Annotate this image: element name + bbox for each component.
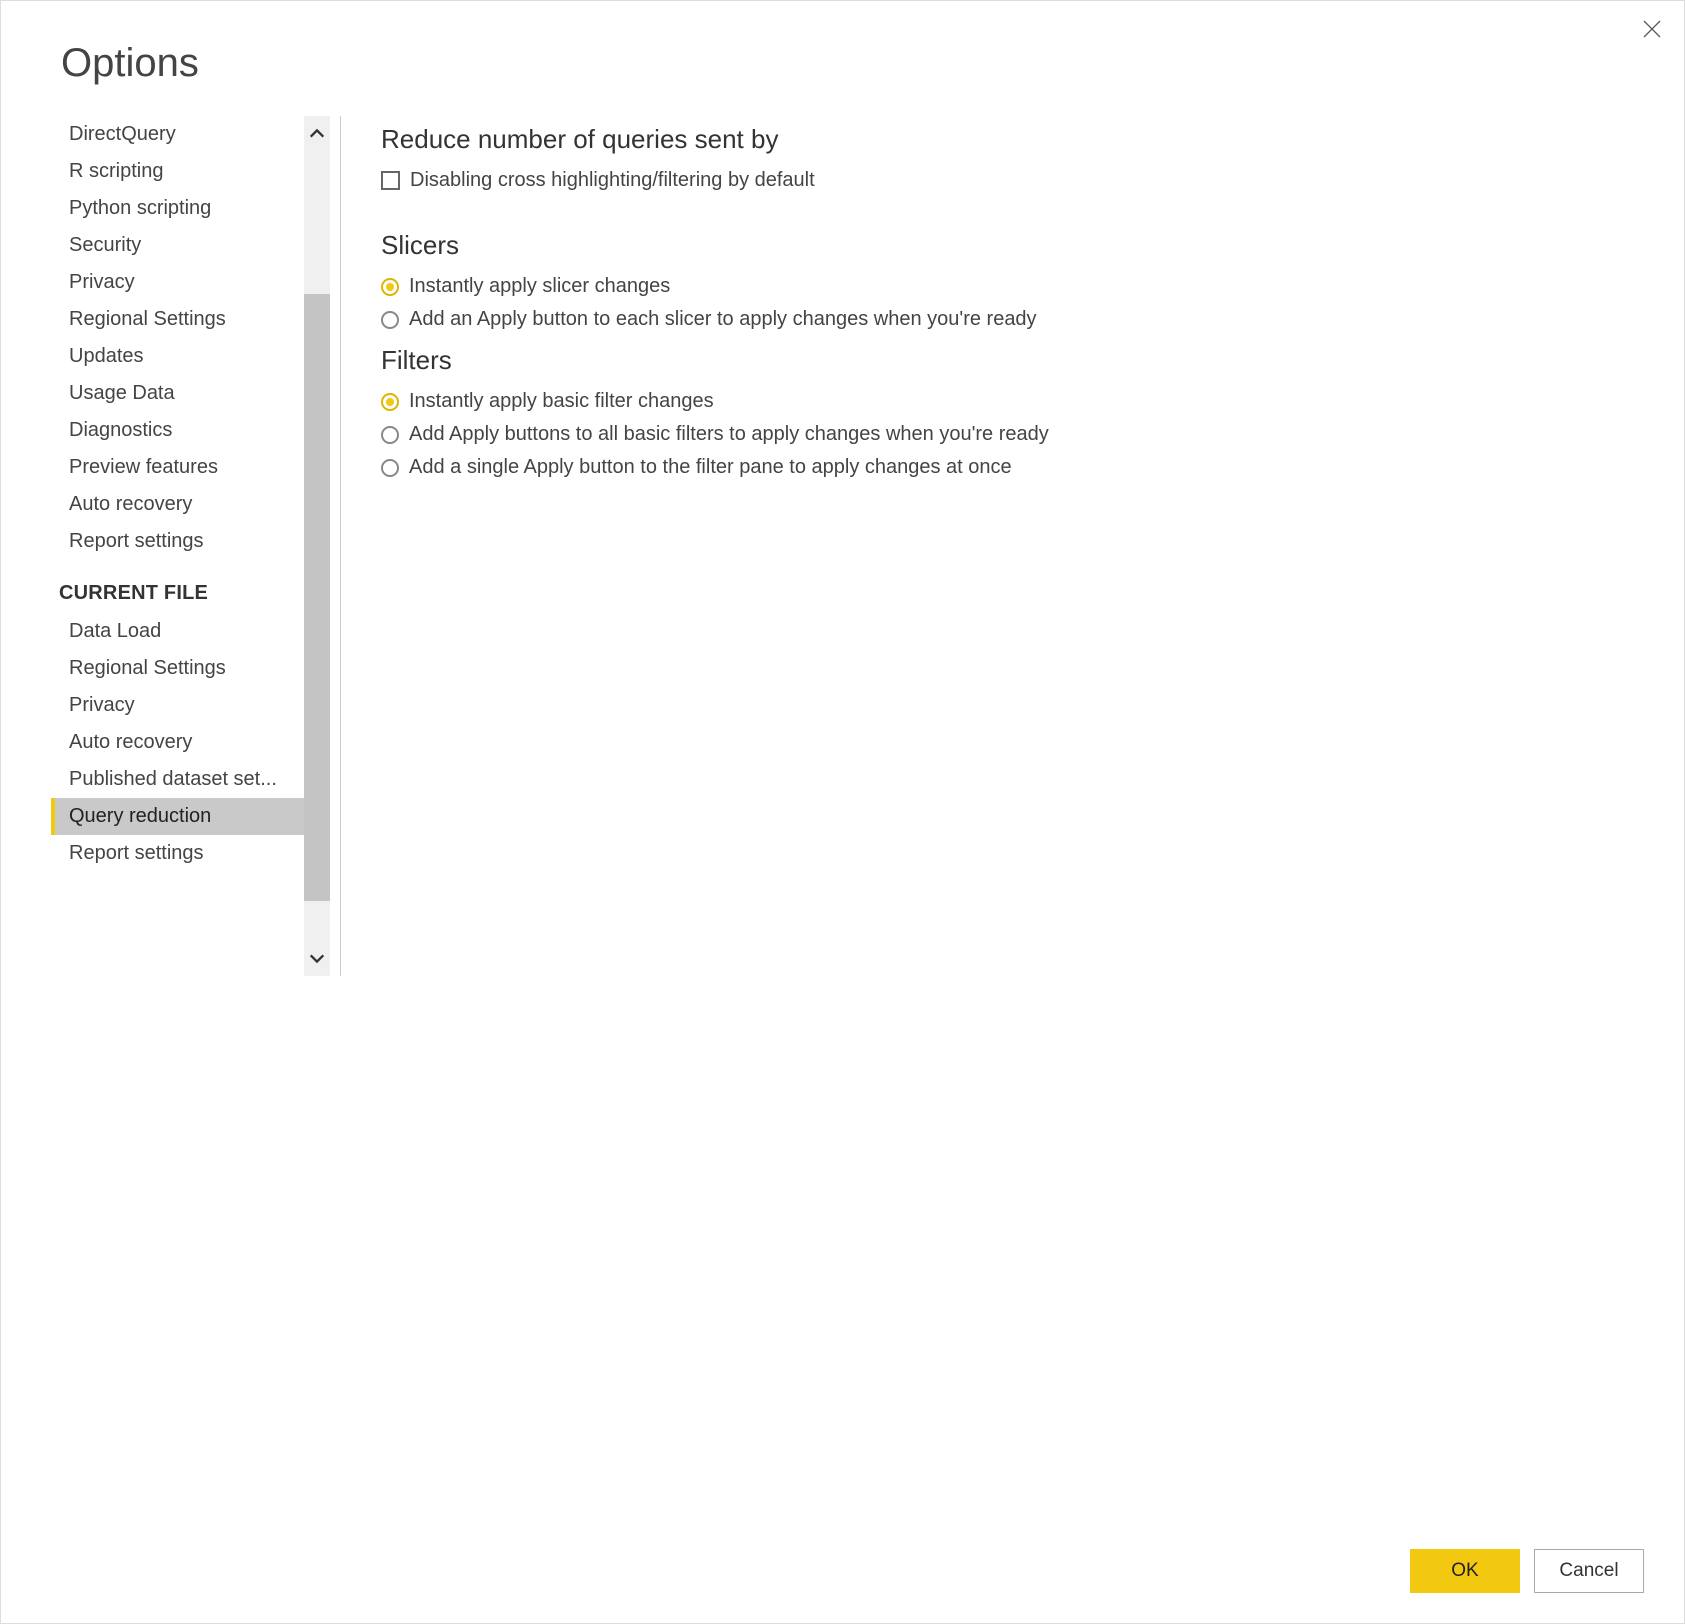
radio-label: Instantly apply basic filter changes [409, 390, 714, 413]
sidebar-container: DirectQueryR scriptingPython scriptingSe… [51, 116, 341, 976]
sidebar-item-diagnostics[interactable]: Diagnostics [51, 412, 304, 449]
heading-filters: Filters [381, 345, 1634, 376]
sidebar-item-report-settings[interactable]: Report settings [51, 835, 304, 872]
sidebar-item-python-scripting[interactable]: Python scripting [51, 190, 304, 227]
sidebar-item-preview-features[interactable]: Preview features [51, 449, 304, 486]
scroll-up-button[interactable] [304, 116, 330, 152]
scroll-thumb[interactable] [304, 294, 330, 901]
sidebar-item-auto-recovery[interactable]: Auto recovery [51, 486, 304, 523]
radio-filter-1[interactable]: Add Apply buttons to all basic filters t… [381, 423, 1634, 446]
sidebar-item-usage-data[interactable]: Usage Data [51, 375, 304, 412]
dialog-footer: OK Cancel [31, 1529, 1654, 1593]
chevron-down-icon [308, 949, 326, 967]
sidebar-heading-current-file: CURRENT FILE [51, 560, 304, 613]
radio-label: Instantly apply slicer changes [409, 275, 670, 298]
heading-reduce-queries: Reduce number of queries sent by [381, 124, 1634, 155]
radio-label: Add Apply buttons to all basic filters t… [409, 423, 1049, 446]
sidebar-item-r-scripting[interactable]: R scripting [51, 153, 304, 190]
checkbox-box-icon [381, 171, 400, 190]
sidebar-scrollbar[interactable] [304, 116, 330, 976]
dialog-body: DirectQueryR scriptingPython scriptingSe… [31, 116, 1654, 1529]
ok-button[interactable]: OK [1410, 1549, 1520, 1593]
content-pane: Reduce number of queries sent by Disabli… [341, 116, 1654, 1529]
radio-icon [381, 278, 399, 296]
radio-icon [381, 459, 399, 477]
heading-slicers: Slicers [381, 230, 1634, 261]
sidebar-item-published-dataset-set[interactable]: Published dataset set... [51, 761, 304, 798]
options-dialog: Options DirectQueryR scriptingPython scr… [1, 1, 1684, 1623]
sidebar-item-privacy[interactable]: Privacy [51, 687, 304, 724]
radio-label: Add a single Apply button to the filter … [409, 456, 1012, 479]
chevron-up-icon [308, 125, 326, 143]
radio-icon [381, 311, 399, 329]
radio-filter-2[interactable]: Add a single Apply button to the filter … [381, 456, 1634, 479]
close-button[interactable] [1642, 19, 1662, 45]
sidebar-item-security[interactable]: Security [51, 227, 304, 264]
sidebar: DirectQueryR scriptingPython scriptingSe… [51, 116, 304, 976]
sidebar-item-regional-settings[interactable]: Regional Settings [51, 301, 304, 338]
radio-icon [381, 426, 399, 444]
scroll-down-button[interactable] [304, 940, 330, 976]
scroll-track[interactable] [304, 152, 330, 940]
sidebar-item-regional-settings[interactable]: Regional Settings [51, 650, 304, 687]
dialog-title: Options [31, 21, 1654, 116]
radio-icon [381, 393, 399, 411]
sidebar-item-query-reduction[interactable]: Query reduction [51, 798, 304, 835]
checkbox-label: Disabling cross highlighting/filtering b… [410, 169, 815, 192]
sidebar-item-auto-recovery[interactable]: Auto recovery [51, 724, 304, 761]
radio-slicer-1[interactable]: Add an Apply button to each slicer to ap… [381, 308, 1634, 331]
sidebar-item-privacy[interactable]: Privacy [51, 264, 304, 301]
close-icon [1642, 19, 1662, 39]
radio-slicer-0[interactable]: Instantly apply slicer changes [381, 275, 1634, 298]
sidebar-item-updates[interactable]: Updates [51, 338, 304, 375]
checkbox-disable-cross-highlight[interactable]: Disabling cross highlighting/filtering b… [381, 169, 1634, 192]
sidebar-item-directquery[interactable]: DirectQuery [51, 116, 304, 153]
radio-filter-0[interactable]: Instantly apply basic filter changes [381, 390, 1634, 413]
cancel-button[interactable]: Cancel [1534, 1549, 1644, 1593]
sidebar-item-report-settings[interactable]: Report settings [51, 523, 304, 560]
radio-label: Add an Apply button to each slicer to ap… [409, 308, 1037, 331]
sidebar-item-data-load[interactable]: Data Load [51, 613, 304, 650]
